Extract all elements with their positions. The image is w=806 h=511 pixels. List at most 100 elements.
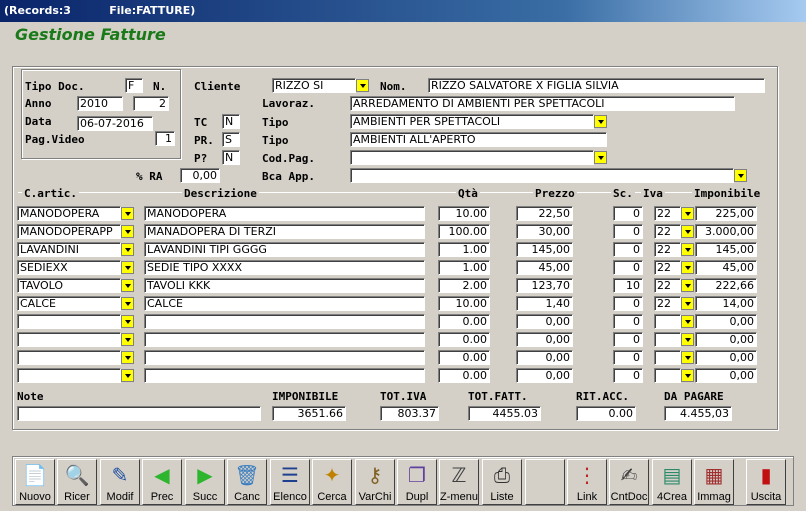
chevron-down-icon[interactable] xyxy=(681,243,694,256)
nuovo-button[interactable]: 📄 Nuovo xyxy=(15,459,55,505)
row-iva-field[interactable]: 22 xyxy=(654,224,681,239)
anno-field[interactable]: 2010 xyxy=(77,96,123,111)
row-iva-field[interactable]: 22 xyxy=(654,278,681,293)
uscita-button[interactable]: ▮ Uscita xyxy=(746,459,786,505)
row-iva-field[interactable] xyxy=(654,350,681,365)
bca-combo[interactable] xyxy=(350,168,747,183)
row-imp-field[interactable]: 0,00 xyxy=(695,332,757,347)
pr-field[interactable]: S xyxy=(222,132,240,147)
row-qta-field[interactable]: 100.00 xyxy=(438,224,490,239)
cntdoc-button[interactable]: ✍ CntDoc xyxy=(609,459,649,505)
chevron-down-icon[interactable] xyxy=(356,79,369,92)
row-iva-field[interactable] xyxy=(654,368,681,383)
row-code-field[interactable] xyxy=(17,332,121,347)
codpag-field[interactable] xyxy=(350,150,594,165)
dapagare-field[interactable]: 4.455,03 xyxy=(664,406,732,421)
modif-button[interactable]: ✎ Modif xyxy=(100,459,140,505)
row-imp-field[interactable]: 45,00 xyxy=(695,260,757,275)
chevron-down-icon[interactable] xyxy=(121,225,134,238)
chevron-down-icon[interactable] xyxy=(681,207,694,220)
row-iva-field[interactable]: 22 xyxy=(654,296,681,311)
cerca-button[interactable]: ✦ Cerca xyxy=(312,459,352,505)
row-iva-field[interactable] xyxy=(654,314,681,329)
chevron-down-icon[interactable] xyxy=(121,297,134,310)
row-qta-field[interactable]: 1.00 xyxy=(438,242,490,257)
chevron-down-icon[interactable] xyxy=(681,297,694,310)
chevron-down-icon[interactable] xyxy=(121,243,134,256)
row-iva-field[interactable]: 22 xyxy=(654,242,681,257)
immag-button[interactable]: ▦ Immag xyxy=(694,459,734,505)
row-sc-field[interactable]: 0 xyxy=(613,260,643,275)
imponibile-field[interactable]: 3651.66 xyxy=(272,406,346,421)
row-prezzo-field[interactable]: 30,00 xyxy=(516,224,573,239)
row-iva-field[interactable]: 22 xyxy=(654,206,681,221)
cliente-field[interactable]: RIZZO SI xyxy=(272,78,356,93)
row-desc-field[interactable]: CALCE xyxy=(144,296,425,311)
row-qta-field[interactable]: 1.00 xyxy=(438,260,490,275)
row-sc-field[interactable]: 0 xyxy=(613,242,643,257)
row-code-field[interactable] xyxy=(17,314,121,329)
row-sc-field[interactable]: 0 xyxy=(613,224,643,239)
chevron-down-icon[interactable] xyxy=(121,351,134,364)
row-desc-field[interactable]: MANADOPERA DI TERZI xyxy=(144,224,425,239)
row-qta-field[interactable]: 0.00 xyxy=(438,332,490,347)
row-qta-field[interactable]: 0.00 xyxy=(438,350,490,365)
chevron-down-icon[interactable] xyxy=(681,225,694,238)
row-prezzo-field[interactable]: 0,00 xyxy=(516,368,573,383)
row-prezzo-field[interactable]: 1,40 xyxy=(516,296,573,311)
row-code-field[interactable]: TAVOLO xyxy=(17,278,121,293)
row-imp-field[interactable]: 222,66 xyxy=(695,278,757,293)
link-button[interactable]: ⋮ Link xyxy=(567,459,607,505)
chevron-down-icon[interactable] xyxy=(681,333,694,346)
row-desc-field[interactable]: SEDIE TIPO XXXX xyxy=(144,260,425,275)
totfatt-field[interactable]: 4455.03 xyxy=(468,406,541,421)
row-prezzo-field[interactable]: 123,70 xyxy=(516,278,573,293)
row-qta-field[interactable]: 0.00 xyxy=(438,314,490,329)
lavoraz-field[interactable]: ARREDAMENTO DI AMBIENTI PER SPETTACOLI xyxy=(350,96,735,111)
row-desc-field[interactable] xyxy=(144,350,425,365)
chevron-down-icon[interactable] xyxy=(681,261,694,274)
row-qta-field[interactable]: 10.00 xyxy=(438,296,490,311)
row-sc-field[interactable]: 0 xyxy=(613,296,643,311)
row-qta-field[interactable]: 10.00 xyxy=(438,206,490,221)
4crea-button[interactable]: ▤ 4Crea xyxy=(652,459,692,505)
row-prezzo-field[interactable]: 22,50 xyxy=(516,206,573,221)
row-code-field[interactable]: SEDIEXX xyxy=(17,260,121,275)
chevron-down-icon[interactable] xyxy=(681,351,694,364)
data-field[interactable]: 06-07-2016 xyxy=(77,116,153,131)
row-code-field[interactable]: LAVANDINI xyxy=(17,242,121,257)
codpag-combo[interactable] xyxy=(350,150,607,165)
pag-video-field[interactable]: 1 xyxy=(155,131,175,146)
row-code-field[interactable] xyxy=(17,350,121,365)
row-desc-field[interactable] xyxy=(144,314,425,329)
row-sc-field[interactable]: 0 xyxy=(613,368,643,383)
row-prezzo-field[interactable]: 0,00 xyxy=(516,350,573,365)
row-imp-field[interactable]: 0,00 xyxy=(695,368,757,383)
dupl-button[interactable]: ❐ Dupl xyxy=(397,459,437,505)
row-sc-field[interactable]: 0 xyxy=(613,332,643,347)
tc-field[interactable]: N xyxy=(222,114,240,129)
row-iva-field[interactable] xyxy=(654,332,681,347)
row-sc-field[interactable]: 10 xyxy=(613,278,643,293)
tipo1-field[interactable]: AMBIENTI PER SPETTACOLI xyxy=(350,114,594,129)
row-imp-field[interactable]: 225,00 xyxy=(695,206,757,221)
ritacc-field[interactable]: 0.00 xyxy=(576,406,636,421)
row-qta-field[interactable]: 2.00 xyxy=(438,278,490,293)
row-imp-field[interactable]: 0,00 xyxy=(695,350,757,365)
liste-button[interactable]: ⎙ Liste xyxy=(482,459,522,505)
row-desc-field[interactable] xyxy=(144,368,425,383)
row-prezzo-field[interactable]: 0,00 xyxy=(516,332,573,347)
row-imp-field[interactable]: 145,00 xyxy=(695,242,757,257)
row-code-field[interactable]: CALCE xyxy=(17,296,121,311)
canc-button[interactable]: 🗑 Canc xyxy=(227,459,267,505)
row-iva-field[interactable]: 22 xyxy=(654,260,681,275)
row-code-field[interactable]: MANODOPERAPP xyxy=(17,224,121,239)
row-prezzo-field[interactable]: 145,00 xyxy=(516,242,573,257)
chevron-down-icon[interactable] xyxy=(121,369,134,382)
totiva-field[interactable]: 803.37 xyxy=(380,406,439,421)
chevron-down-icon[interactable] xyxy=(734,169,747,182)
chevron-down-icon[interactable] xyxy=(681,315,694,328)
row-desc-field[interactable]: LAVANDINI TIPI GGGG xyxy=(144,242,425,257)
row-desc-field[interactable] xyxy=(144,332,425,347)
nom-field[interactable]: RIZZO SALVATORE X FIGLIA SILVIA xyxy=(428,78,765,93)
